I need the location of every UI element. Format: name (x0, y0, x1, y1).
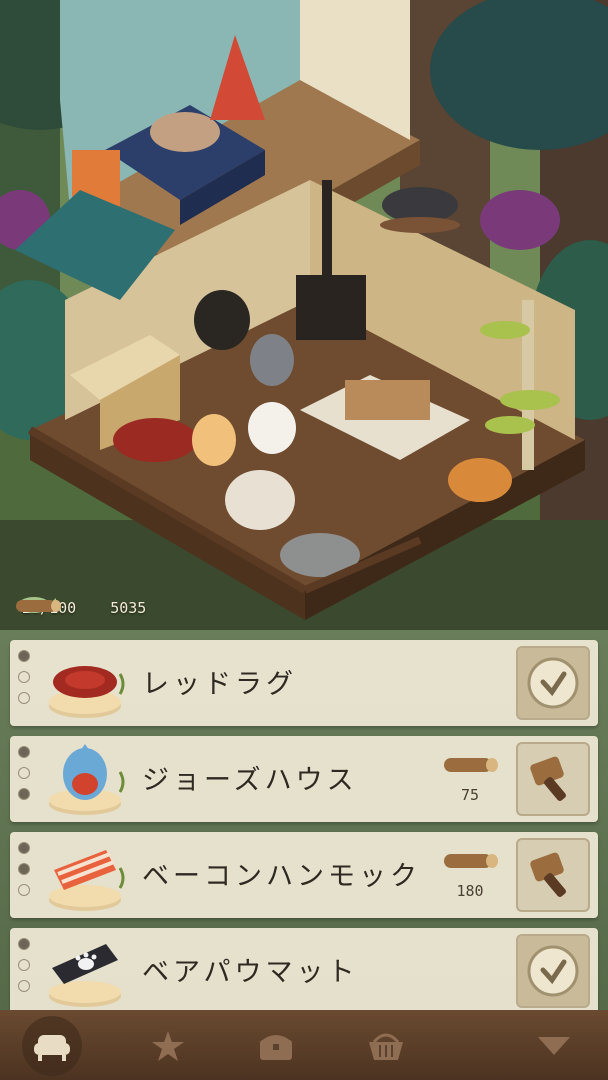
rarity-dot (18, 788, 30, 800)
price-value: 75 (460, 786, 480, 804)
bear-paw-mat-icon (49, 944, 121, 1007)
item-name: レッドラグ (142, 669, 297, 700)
arrow-down-icon (538, 1037, 570, 1055)
list-item[interactable]: ベーコンハンモック 180 (10, 832, 598, 918)
rarity-dot (18, 863, 30, 875)
resource-hud: 20/100 5035 (14, 594, 164, 622)
rarity-dot (18, 692, 30, 704)
list-item[interactable]: レッドラグ (10, 640, 598, 726)
wood-log-icon (444, 758, 498, 772)
bacon-hammock-icon (49, 850, 125, 911)
cat-house-illustration (0, 0, 608, 640)
rarity-dot (18, 980, 30, 992)
list-item[interactable]: ベアパウマット (10, 928, 598, 1014)
rarity-dot (18, 767, 30, 779)
tab-shop[interactable] (356, 1016, 416, 1076)
game-scene[interactable]: 20/100 5035 (0, 0, 608, 640)
rarity-dot (18, 884, 30, 896)
furniture-list[interactable]: レッドラグ ジョーズハウス 75 ベーコンハンモック 180 ベアパウマット (0, 630, 608, 1014)
checkmark-badge-icon (527, 657, 579, 709)
bottom-tab-bar (0, 1010, 608, 1080)
rarity-dot (18, 842, 30, 854)
rarity-dot (18, 671, 30, 683)
basket-icon (369, 1033, 403, 1060)
owned-check-button[interactable] (516, 646, 590, 720)
price-tag: 75 (432, 742, 508, 816)
rarity-dot (18, 938, 30, 950)
list-item[interactable]: ジョーズハウス 75 (10, 736, 598, 822)
hammer-icon (530, 852, 566, 897)
tab-favorites[interactable] (138, 1016, 198, 1076)
rarity-dot (18, 746, 30, 758)
checkmark-badge-icon (527, 945, 579, 997)
rarity-dots (18, 650, 32, 704)
rarity-dots (18, 938, 32, 992)
item-name: ベアパウマット (142, 957, 359, 988)
shark-house-icon (49, 744, 125, 815)
rarity-dots (18, 746, 32, 800)
build-button[interactable] (516, 838, 590, 912)
price-tag: 180 (432, 838, 508, 912)
hammer-icon (530, 756, 566, 801)
tab-storage[interactable] (246, 1016, 306, 1076)
red-rug-icon (49, 666, 125, 718)
tab-furniture[interactable] (22, 1016, 82, 1076)
rarity-dots (18, 842, 32, 896)
owned-check-button[interactable] (516, 934, 590, 1008)
item-name: ジョーズハウス (142, 765, 358, 796)
sofa-icon (34, 1035, 70, 1061)
rarity-dot (18, 959, 30, 971)
star-icon (152, 1031, 184, 1061)
build-button[interactable] (516, 742, 590, 816)
rarity-dot (18, 650, 30, 662)
tab-collapse[interactable] (524, 1016, 584, 1076)
price-value: 180 (456, 882, 484, 900)
chest-icon (260, 1035, 292, 1060)
wood-log-icon (444, 854, 498, 868)
wood-count: 5035 (110, 599, 147, 617)
item-name: ベーコンハンモック (142, 861, 421, 892)
